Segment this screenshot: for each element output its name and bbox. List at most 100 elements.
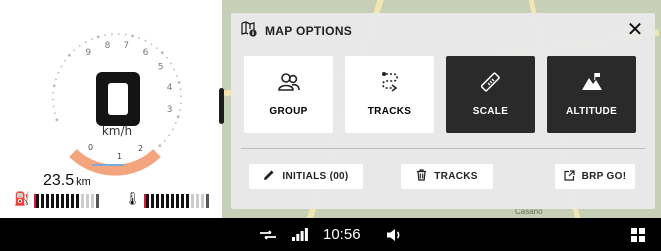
fuel-pump-icon: ⛽ [14,192,31,207]
rpm-tick [117,33,120,35]
level-segment [171,194,174,208]
panel-drag-handle[interactable] [219,88,224,124]
rpm-tick [57,71,60,74]
rpm-tick [138,37,141,39]
delete-tracks-button[interactable]: TRACKS [401,164,493,189]
level-segment [76,194,79,208]
odometer-unit: km [76,176,91,188]
rpm-tick [55,78,57,80]
rpm-number: 9 [85,48,91,58]
rpm-tick [150,43,153,45]
rpm-tick [180,95,182,98]
level-segment [41,194,44,208]
rpm-tick [174,122,177,125]
gear-indicator [96,72,140,126]
rpm-tick [163,139,166,142]
tracks-option-label: TRACKS [367,106,412,117]
pencil-icon [263,169,275,184]
rpm-number: 8 [105,41,111,51]
rpm-tick [104,34,106,36]
rpm-tick [52,91,55,94]
link-icon[interactable] [258,218,278,251]
map-options-panel: MAP OPTIONS ✕ GROUP TRACKS SCALE ALTITUD… [231,13,655,209]
scale-option-label: SCALE [472,106,509,117]
rpm-tick [52,105,55,108]
level-segment [36,194,39,208]
initials-button-label: INITIALS (00) [282,171,349,182]
level-segment [71,194,74,208]
rpm-tick [179,88,182,91]
brp-go-label: BRP GO! [581,171,627,182]
rpm-tick [179,109,181,111]
rpm-tick [171,128,174,131]
level-segment [56,194,59,208]
rpm-tick [160,51,164,55]
level-segment [61,194,64,208]
blue-indicator [92,164,124,166]
panel-title: MAP OPTIONS [265,24,353,38]
rpm-tick [84,41,87,44]
external-link-icon [564,169,575,184]
level-segment [146,194,149,208]
speaker-icon[interactable] [386,218,404,251]
rpm-tick [96,35,100,39]
level-segment [86,194,89,208]
rpm-number: 4 [167,83,173,93]
rpm-tick [52,98,54,101]
trash-icon [416,169,427,184]
initials-button[interactable]: INITIALS (00) [249,164,363,189]
rpm-number: 7 [123,41,129,51]
rpm-tick [60,65,63,68]
rpm-tick [176,75,179,77]
level-segment [196,194,199,208]
brp-go-button[interactable]: BRP GO! [555,164,635,189]
group-option-label: GROUP [269,106,308,117]
rpm-tick [68,53,71,57]
altitude-option-label: ALTITUDE [565,106,618,117]
rpm-arc-indicator [69,148,161,176]
speed-unit: km/h [101,124,133,138]
level-segment [176,194,179,208]
close-icon: ✕ [626,17,644,41]
rpm-number: 5 [158,62,164,72]
level-segment [66,194,69,208]
rpm-label-high: 2 [138,144,143,153]
rpm-tick [177,81,181,84]
scale-option-button[interactable]: SCALE [446,56,535,133]
level-bar-end [96,194,99,208]
panel-divider [241,148,645,149]
rpm-tick [170,62,172,65]
altitude-option-button[interactable]: ALTITUDE [547,56,636,133]
rpm-number: 3 [167,105,173,115]
status-bar: 10:56 [0,218,661,251]
level-segment [186,194,189,208]
route-icon [380,71,400,93]
level-segment [191,194,194,208]
tracks-option-button[interactable]: TRACKS [345,56,434,133]
rpm-tick [111,33,113,36]
level-segment [181,194,184,208]
rpm-tick [78,45,81,47]
rpm-tick [176,115,180,119]
grid-icon[interactable] [631,218,645,251]
level-segment [51,194,54,208]
rpm-tick [168,134,170,137]
rpm-tick [124,33,127,36]
level-segment [166,194,169,208]
level-segment [156,194,159,208]
rpm-tick [131,34,134,38]
ruler-icon [480,71,501,93]
close-button[interactable]: ✕ [623,17,647,41]
level-segment [81,194,84,208]
rpm-tick [90,38,93,41]
rpm-tick [55,118,59,122]
group-option-button[interactable]: GROUP [244,56,333,133]
rpm-tick [52,84,56,88]
rpm-tick [166,57,168,59]
rpm-tick [144,39,147,42]
rpm-tick [173,68,176,71]
level-segment [46,194,49,208]
rpm-tick [53,112,56,115]
fuel-level-bar [34,194,99,208]
clock: 10:56 [323,226,361,243]
